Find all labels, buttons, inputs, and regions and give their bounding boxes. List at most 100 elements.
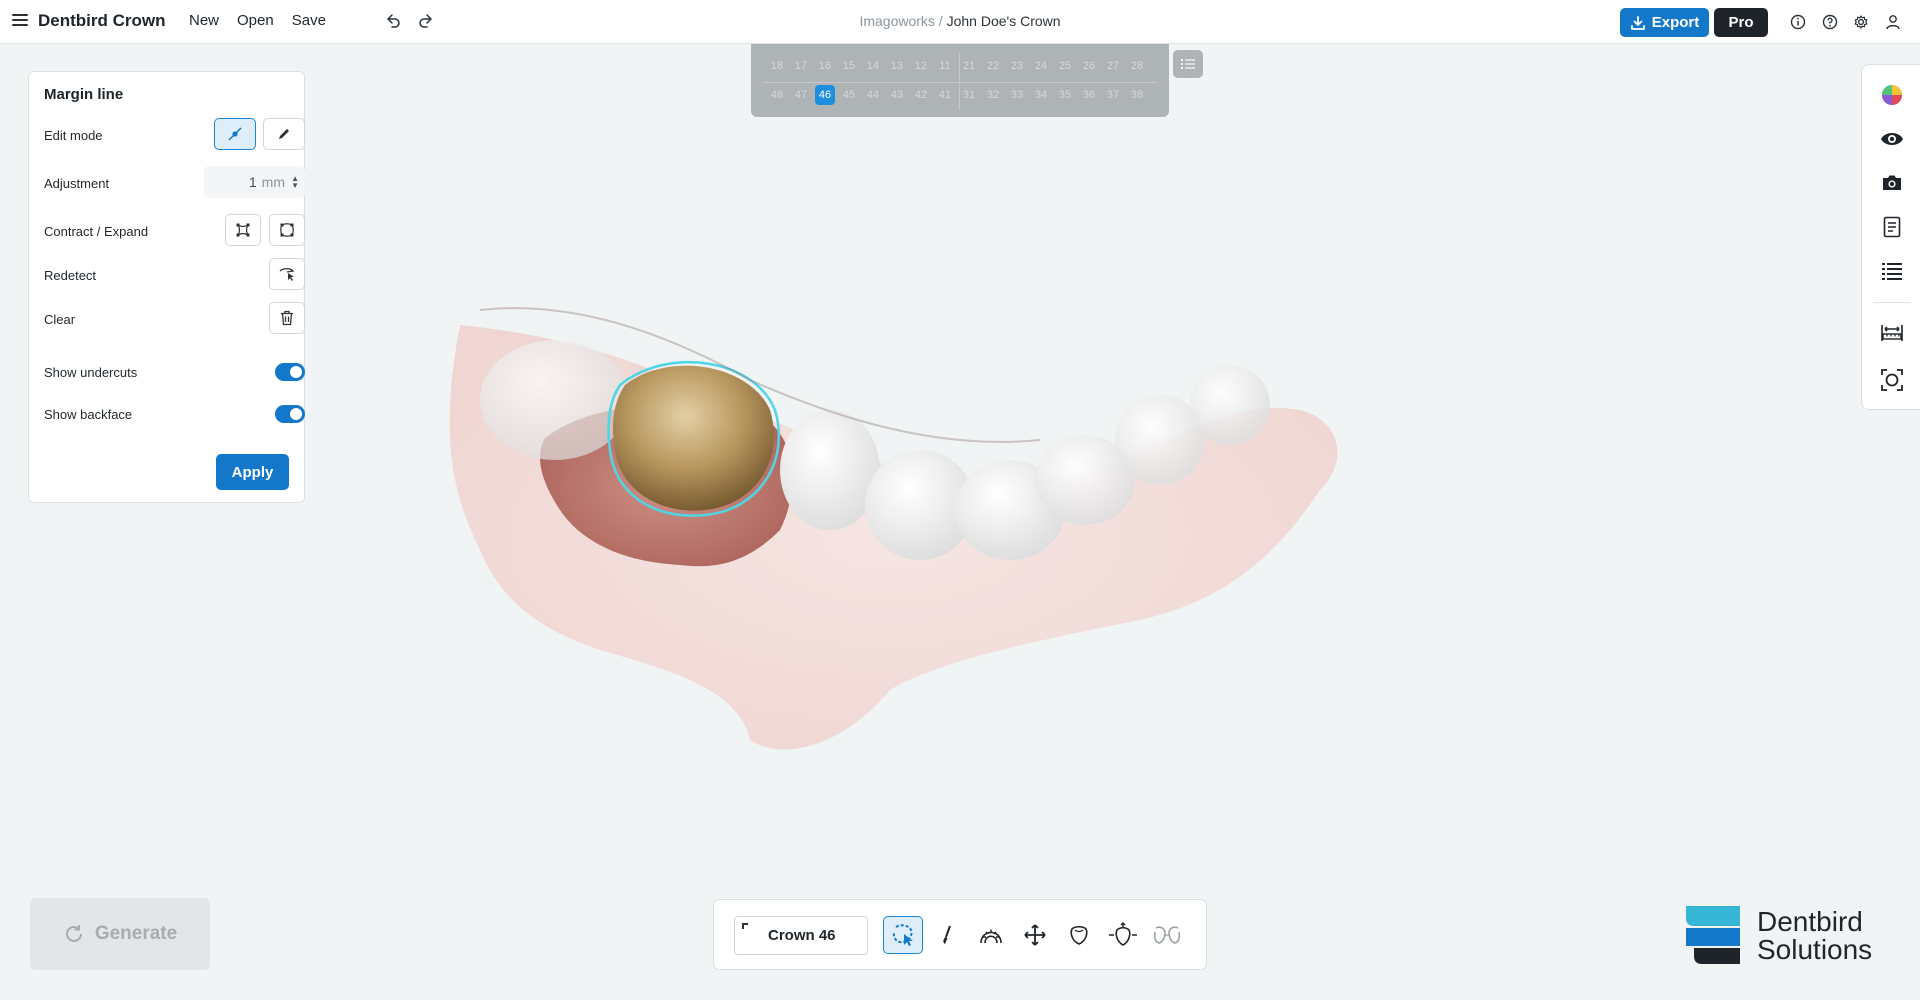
tooth-31[interactable]: 31: [957, 85, 981, 105]
tooth-43[interactable]: 43: [885, 85, 909, 105]
margin-line-panel: Margin line Edit mode Adjustment 1 mm ▲ ▼…: [28, 71, 305, 503]
download-icon: [1630, 15, 1645, 30]
list-icon[interactable]: [1880, 259, 1904, 283]
margin-select-tool[interactable]: [883, 916, 923, 954]
brush-tool[interactable]: [927, 916, 967, 954]
dental-arch-model[interactable]: [449, 307, 1338, 750]
right-toolbar-divider: [1874, 302, 1910, 303]
tooth-36[interactable]: 36: [1077, 85, 1101, 105]
contact-tool[interactable]: [1147, 916, 1187, 954]
tooth-25[interactable]: 25: [1053, 56, 1077, 76]
arch-tool[interactable]: [971, 916, 1011, 954]
tooth-42[interactable]: 42: [909, 85, 933, 105]
arch-icon: [980, 929, 1002, 944]
tooth-18[interactable]: 18: [765, 56, 789, 76]
user-account-icon[interactable]: [1884, 13, 1902, 31]
redetect-row: Redetect: [44, 258, 305, 294]
brand-name: Dentbird Solutions: [1757, 908, 1872, 964]
tooth-48[interactable]: 48: [765, 85, 789, 105]
list-icon: [1181, 59, 1195, 69]
tooth-22[interactable]: 22: [981, 56, 1005, 76]
contract-expand-label: Contract / Expand: [44, 224, 149, 239]
generate-button[interactable]: Generate: [30, 898, 210, 970]
corner-marker-icon: [742, 923, 748, 929]
help-icon[interactable]: [1821, 13, 1839, 31]
contract-button[interactable]: [225, 214, 261, 246]
tooth-chart-divider-horizontal: [763, 82, 1157, 83]
hamburger-menu-icon[interactable]: [12, 14, 28, 28]
top-bar: Dentbird Crown New Open Save Imagoworks …: [0, 0, 1920, 44]
tooth-11[interactable]: 11: [933, 56, 957, 76]
adjustment-stepper[interactable]: ▲ ▼: [291, 175, 299, 190]
contact-icon: [1153, 926, 1181, 944]
edit-mode-point-button[interactable]: [214, 118, 256, 150]
bottom-toolbar: Crown 46: [713, 899, 1207, 970]
app-title: Dentbird Crown: [38, 11, 166, 30]
tooth-26[interactable]: 26: [1077, 56, 1101, 76]
camera-icon[interactable]: [1880, 171, 1904, 195]
tooth-17[interactable]: 17: [789, 56, 813, 76]
tooth-13[interactable]: 13: [885, 56, 909, 76]
edit-mode-draw-button[interactable]: [263, 118, 305, 150]
tooth-21[interactable]: 21: [957, 56, 981, 76]
move-tool[interactable]: [1015, 916, 1055, 954]
tooth-38[interactable]: 38: [1125, 85, 1149, 105]
file-menu: New Open Save: [189, 12, 344, 29]
refresh-icon: [65, 925, 82, 942]
pro-button[interactable]: Pro: [1714, 8, 1768, 37]
crown-tool[interactable]: [1059, 916, 1099, 954]
contract-expand-row: Contract / Expand: [44, 214, 305, 250]
tooth-34[interactable]: 34: [1029, 85, 1053, 105]
menu-new[interactable]: New: [189, 12, 219, 29]
tooth-chart-toggle-button[interactable]: [1173, 50, 1203, 78]
color-wheel-icon[interactable]: [1880, 83, 1904, 107]
tooth-15[interactable]: 15: [837, 56, 861, 76]
tooth-24[interactable]: 24: [1029, 56, 1053, 76]
tooth-47[interactable]: 47: [789, 85, 813, 105]
expand-button[interactable]: [269, 214, 305, 246]
breadcrumb-org[interactable]: Imagoworks: [859, 13, 934, 29]
adjustment-unit: mm: [261, 174, 285, 190]
crown-adjust-icon: [1109, 922, 1137, 946]
show-undercuts-toggle[interactable]: [275, 363, 305, 381]
settings-gear-icon[interactable]: [1852, 13, 1870, 31]
crown-selector[interactable]: Crown 46: [734, 916, 868, 955]
menu-open[interactable]: Open: [237, 12, 274, 29]
tooth-46[interactable]: 46: [815, 85, 835, 105]
ruler-icon[interactable]: [1880, 321, 1904, 345]
tooth-41[interactable]: 41: [933, 85, 957, 105]
undo-icon[interactable]: [384, 12, 402, 30]
info-icon[interactable]: [1789, 13, 1807, 31]
menu-save[interactable]: Save: [292, 12, 326, 29]
crown-adjust-tool[interactable]: [1103, 916, 1143, 954]
redetect-button[interactable]: [269, 258, 305, 290]
tooth-44[interactable]: 44: [861, 85, 885, 105]
tooth-28[interactable]: 28: [1125, 56, 1149, 76]
adjustment-number-input[interactable]: 1 mm ▲ ▼: [204, 166, 305, 198]
redo-icon[interactable]: [417, 12, 435, 30]
tooth-chart: 18 17 16 15 14 13 12 11 21 22 23 24 25 26 27 28 48 47 46 4…: [751, 44, 1169, 117]
export-button[interactable]: Export: [1620, 8, 1709, 37]
tooth-33[interactable]: 33: [1005, 85, 1029, 105]
focus-icon[interactable]: [1880, 368, 1904, 392]
apply-button[interactable]: Apply: [216, 454, 289, 490]
document-icon[interactable]: [1880, 215, 1904, 239]
eye-icon[interactable]: [1880, 127, 1904, 151]
show-backface-toggle[interactable]: [275, 405, 305, 423]
tooth-45[interactable]: 45: [837, 85, 861, 105]
redetect-icon: [279, 268, 295, 281]
clear-button[interactable]: [269, 302, 305, 334]
tooth-35[interactable]: 35: [1053, 85, 1077, 105]
tooth-23[interactable]: 23: [1005, 56, 1029, 76]
tooth-27[interactable]: 27: [1101, 56, 1125, 76]
tooth-14[interactable]: 14: [861, 56, 885, 76]
crown-preparation: [613, 365, 774, 511]
tooth-37[interactable]: 37: [1101, 85, 1125, 105]
3d-viewport[interactable]: [420, 290, 1420, 790]
tooth-12[interactable]: 12: [909, 56, 933, 76]
tooth-16[interactable]: 16: [813, 56, 837, 76]
expand-icon: [280, 223, 294, 237]
tooth-32[interactable]: 32: [981, 85, 1005, 105]
show-backface-row: Show backface: [44, 397, 305, 433]
crown-icon: [1070, 925, 1088, 945]
